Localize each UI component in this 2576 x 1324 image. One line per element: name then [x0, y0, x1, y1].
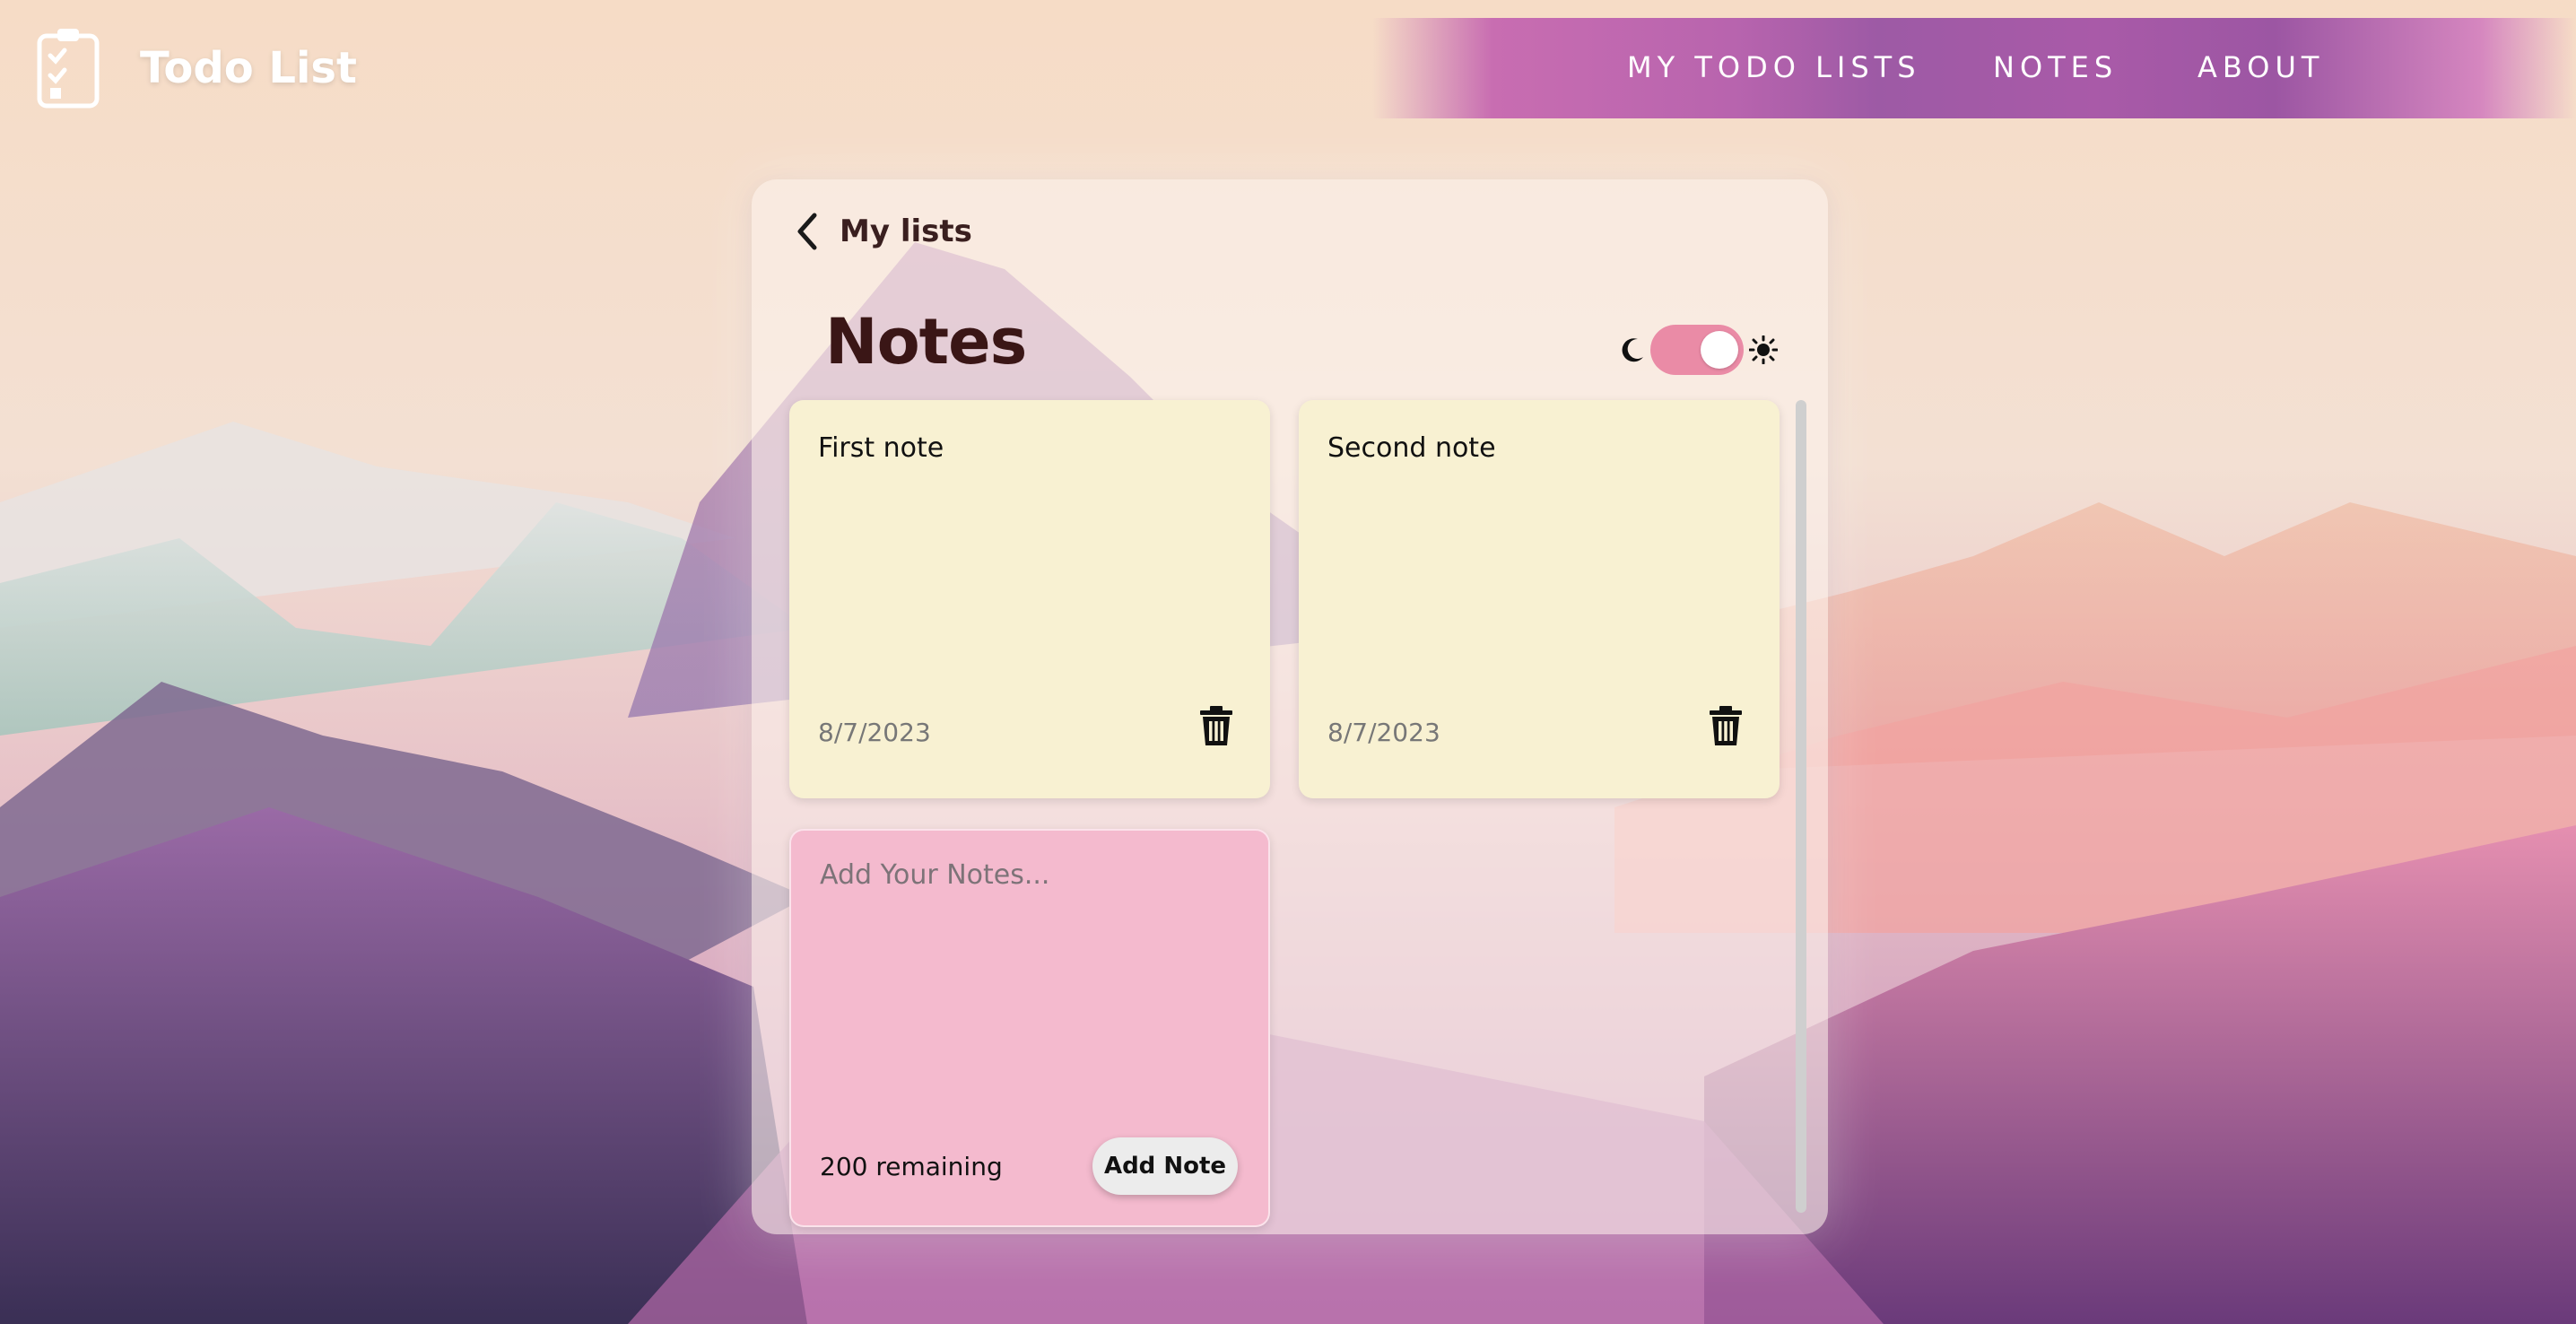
top-nav: MY TODO LISTS NOTES ABOUT	[1372, 18, 2576, 118]
note-date: 8/7/2023	[818, 718, 931, 747]
app-title: Todo List	[140, 43, 357, 93]
note-date: 8/7/2023	[1327, 718, 1440, 747]
theme-toggle-group	[1618, 323, 1780, 377]
clipboard-checklist-icon	[37, 29, 100, 109]
nav-my-todo-lists[interactable]: MY TODO LISTS	[1627, 50, 1921, 84]
trash-icon[interactable]	[1708, 705, 1744, 746]
note-card[interactable]: Second note 8/7/2023	[1299, 400, 1780, 798]
theme-toggle[interactable]	[1650, 325, 1744, 375]
note-card[interactable]: First note 8/7/2023	[789, 400, 1270, 798]
notes-scrollbar[interactable]	[1796, 400, 1806, 1213]
note-text: Second note	[1327, 432, 1496, 464]
notes-panel: My lists Notes First note 8/7/2023 Secon…	[752, 179, 1828, 1234]
nav-notes[interactable]: NOTES	[1993, 50, 2118, 84]
moon-icon	[1622, 338, 1643, 362]
chevron-left-icon	[797, 213, 817, 250]
trash-icon[interactable]	[1198, 705, 1234, 746]
nav-about[interactable]: ABOUT	[2197, 50, 2324, 84]
back-link-label: My lists	[840, 213, 972, 249]
characters-remaining: 200 remaining	[820, 1152, 1003, 1181]
brand[interactable]: Todo List	[36, 27, 357, 109]
note-text: First note	[818, 432, 944, 464]
sun-icon	[1749, 335, 1778, 364]
add-note-button[interactable]: Add Note	[1092, 1137, 1238, 1195]
new-note-card: 200 remaining Add Note	[789, 829, 1270, 1227]
toggle-knob	[1701, 331, 1738, 369]
top-header: Todo List MY TODO LISTS NOTES ABOUT	[0, 0, 2576, 135]
back-link[interactable]: My lists	[795, 212, 972, 251]
page-title: Notes	[825, 305, 1027, 379]
new-note-input[interactable]	[818, 858, 1249, 1130]
